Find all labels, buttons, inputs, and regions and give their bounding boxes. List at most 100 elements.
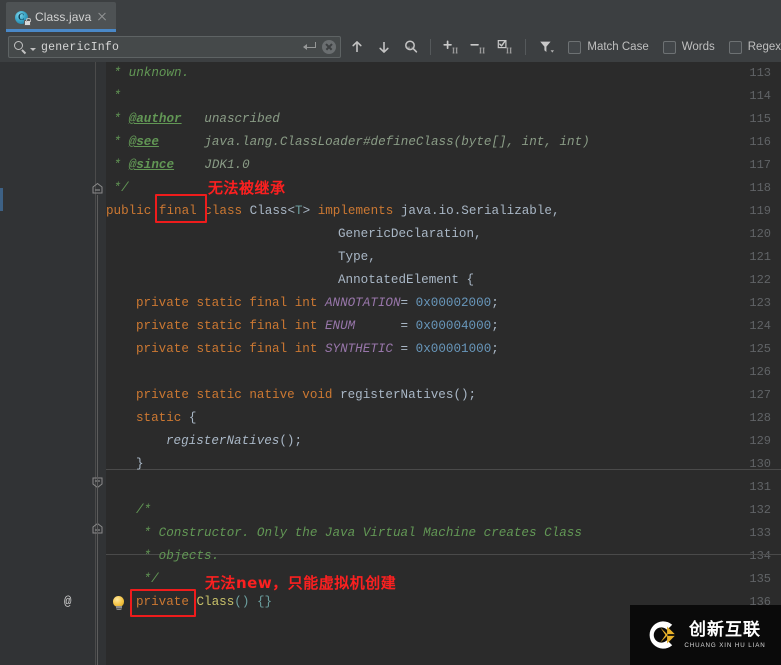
regex-checkbox[interactable]: Regex (728, 40, 781, 54)
constructor-parens: () (234, 595, 250, 609)
match-case-checkbox[interactable]: Match Case (568, 40, 649, 54)
code-line-129: registerNatives(); (166, 430, 302, 453)
svg-text:ALL: ALL (407, 45, 415, 50)
close-icon[interactable] (96, 11, 108, 23)
remove-selection-button[interactable] (468, 36, 490, 58)
block-comment-open: /* (136, 503, 152, 517)
javadoc-star: * (106, 112, 129, 126)
modifiers: private static final int (136, 296, 318, 310)
regex-label: Regex (747, 41, 781, 53)
fold-end-icon-118[interactable] (91, 182, 104, 195)
code-line-123: private static final int ANNOTATION= 0x0… (136, 292, 499, 315)
code-line-133: * Constructor. Only the Java Virtual Mac… (136, 522, 582, 545)
code-line-125: private static final int SYNTHETIC = 0x0… (136, 338, 499, 361)
keyword-private: private (136, 595, 189, 609)
find-options: Match Case Words Regex (568, 40, 781, 54)
field-enum: ENUM (324, 319, 356, 333)
code-line-122: AnnotatedElement { (338, 269, 474, 292)
code-line-115: * @author unascribed (106, 108, 280, 131)
javadoc-star: * (106, 158, 129, 172)
interface-annotatedelement: AnnotatedElement { (338, 273, 475, 287)
ide-window: C Class.java genericInfo ALL Match Case … (0, 0, 781, 665)
keyword-public: public (106, 204, 152, 218)
assign-op: = (392, 342, 409, 356)
words-checkbox[interactable]: Words (662, 40, 715, 54)
add-selection-icon (443, 40, 458, 54)
call-registernatives: registerNatives (166, 434, 280, 448)
find-previous-button[interactable] (346, 36, 368, 58)
find-all-icon: ALL (405, 40, 418, 53)
cx-logo-icon (650, 621, 676, 649)
interface-type: Type, (338, 250, 376, 264)
find-next-button[interactable] (373, 36, 395, 58)
keyword-static: static (136, 411, 182, 425)
select-all-occurrences-icon (498, 40, 512, 54)
keyword-implements: implements (317, 204, 394, 218)
fold-guide-static (97, 489, 98, 529)
method-registernatives: registerNatives (340, 388, 454, 402)
keyword-class: class (204, 204, 243, 218)
open-brace: { (181, 411, 197, 425)
toolbar-divider-1 (430, 39, 432, 55)
clear-icon[interactable] (322, 40, 337, 54)
javadoc-value: java.lang.ClassLoader#defineClass(byte[]… (158, 135, 590, 149)
tab-class-java[interactable]: C Class.java (6, 2, 117, 32)
toolbar-divider-2 (525, 39, 527, 55)
watermark-text: 创新互联 CHUANG XIN HU LIAN (684, 620, 765, 650)
code-line-132: /* (136, 499, 151, 522)
code-line-124: private static final int ENUM = 0x000040… (136, 315, 499, 338)
fold-guide-class (97, 195, 98, 665)
select-all-occurrences-button[interactable] (495, 36, 517, 58)
arrow-up-icon (352, 41, 362, 52)
javadoc-tag-author[interactable]: @author (129, 112, 182, 126)
javadoc-tag-since[interactable]: @since (129, 158, 174, 172)
intention-bulb-icon[interactable] (112, 596, 125, 611)
code-line-118: */ (106, 177, 129, 200)
field-annotation: ANNOTATION (324, 296, 401, 310)
javadoc-star: * (106, 135, 129, 149)
remove-selection-icon (470, 43, 485, 54)
checkbox-box[interactable] (662, 40, 676, 54)
watermark: 创新互联 CHUANG XIN HU LIAN (630, 605, 781, 665)
find-all-button[interactable]: ALL (400, 36, 422, 58)
code-line-114: * (106, 85, 122, 108)
java-class-icon: C (15, 10, 31, 26)
method-tail: (); (453, 388, 477, 402)
annotation-gutter-marker[interactable]: @ (64, 591, 72, 614)
block-comment-text: * Constructor. Only the Java Virtual Mac… (136, 526, 582, 540)
filter-button[interactable] (536, 36, 558, 58)
code-line-135: */ (136, 568, 159, 591)
checkbox-box[interactable] (728, 40, 742, 54)
hex-value: 0x00002000 (415, 296, 492, 310)
find-toolbar: genericInfo ALL Match Case Words Regex (0, 32, 781, 62)
code-line-127: private static native void registerNativ… (136, 384, 476, 407)
javadoc-end: */ (106, 181, 129, 195)
hex-value: 0x00001000 (415, 342, 492, 356)
filter-icon (540, 41, 555, 53)
javadoc-text: * unknown. (106, 66, 190, 80)
search-input[interactable]: genericInfo (41, 41, 302, 54)
tab-title: Class.java (35, 10, 92, 24)
generic-open: < (287, 204, 295, 218)
code-editor[interactable]: 113 114 115 116 117 118 119 120 121 122 … (0, 62, 781, 665)
code-line-113: * unknown. (106, 62, 190, 85)
close-brace: } (136, 457, 144, 471)
add-selection-button[interactable] (441, 36, 463, 58)
checkbox-box[interactable] (568, 40, 582, 54)
generic-close: > (302, 204, 311, 218)
chevron-down-icon[interactable] (30, 47, 36, 51)
modifiers: private static final int (136, 342, 318, 356)
semicolon: ; (491, 319, 499, 333)
javadoc-value: JDK1.0 (174, 158, 250, 172)
code-line-128: static { (136, 407, 196, 430)
semicolon: ; (491, 296, 499, 310)
code-line-136: private Class() {} (136, 591, 272, 614)
caret-line-marker (0, 188, 3, 211)
type-parameter: T (295, 204, 303, 218)
interface-genericdeclaration: GenericDeclaration, (338, 227, 482, 241)
search-input-wrapper[interactable]: genericInfo (8, 36, 342, 58)
final-annotation-text: 无法被继承 (208, 179, 286, 197)
javadoc-tag-see[interactable]: @see (129, 135, 159, 149)
constructor-name: Class (196, 595, 235, 609)
code-line-121: Type, (338, 246, 376, 269)
